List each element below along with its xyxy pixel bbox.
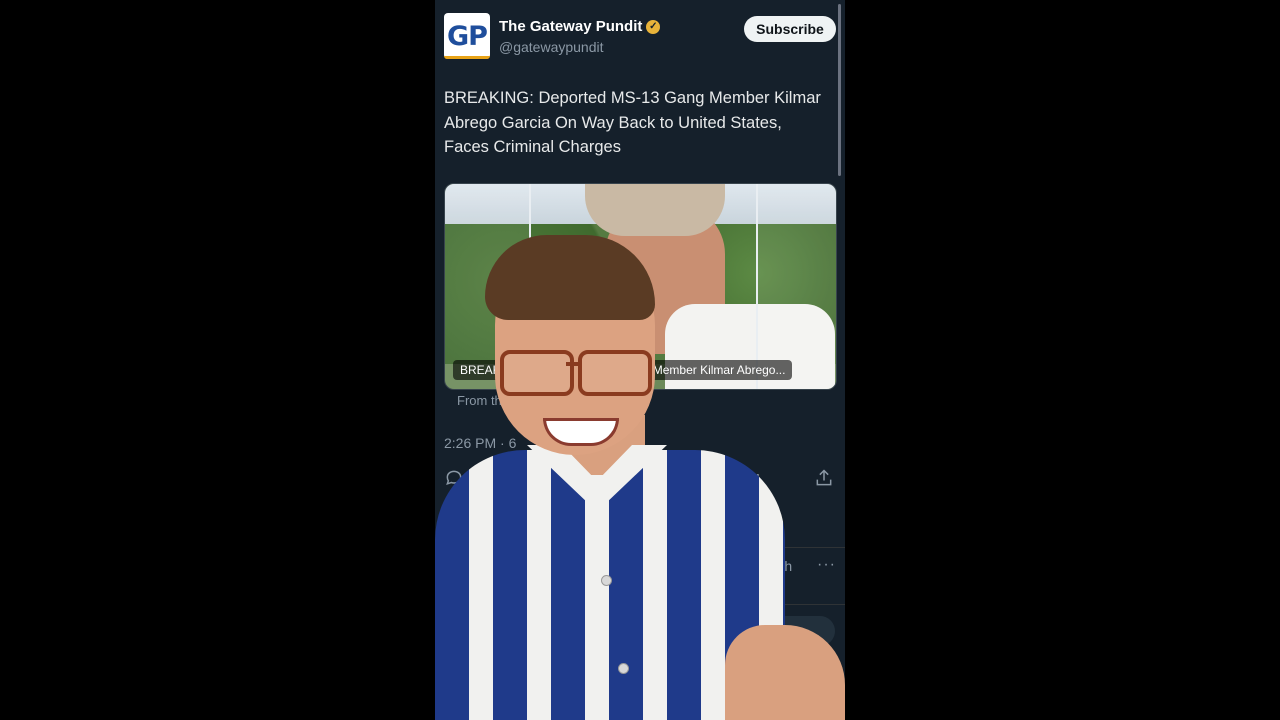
shirt-button xyxy=(601,575,612,586)
post-header: GP The Gateway Pundit ✓ @gatewaypundit S… xyxy=(444,13,836,61)
scrollbar[interactable] xyxy=(838,4,841,176)
glasses xyxy=(500,350,652,396)
logo-text: GP xyxy=(447,20,488,52)
presenter-overlay xyxy=(435,235,845,720)
account-handle[interactable]: @gatewaypundit xyxy=(499,39,604,55)
account-name-row[interactable]: The Gateway Pundit ✓ xyxy=(499,18,661,35)
tweet-text: BREAKING: Deported MS-13 Gang Member Kil… xyxy=(444,89,821,156)
image-cap xyxy=(585,184,725,236)
phone-screen: GP The Gateway Pundit ✓ @gatewaypundit S… xyxy=(435,0,845,720)
shirt-button xyxy=(618,663,629,674)
presenter-hair xyxy=(485,235,655,320)
account-name: The Gateway Pundit xyxy=(499,18,643,35)
subscribe-button[interactable]: Subscribe xyxy=(744,16,836,42)
verified-badge-icon: ✓ xyxy=(646,19,661,34)
account-avatar[interactable]: GP xyxy=(444,13,490,59)
glasses-lens-right xyxy=(578,350,652,396)
glasses-lens-left xyxy=(500,350,574,396)
presenter-arm xyxy=(725,625,845,720)
logo-accent-bar xyxy=(444,56,490,59)
